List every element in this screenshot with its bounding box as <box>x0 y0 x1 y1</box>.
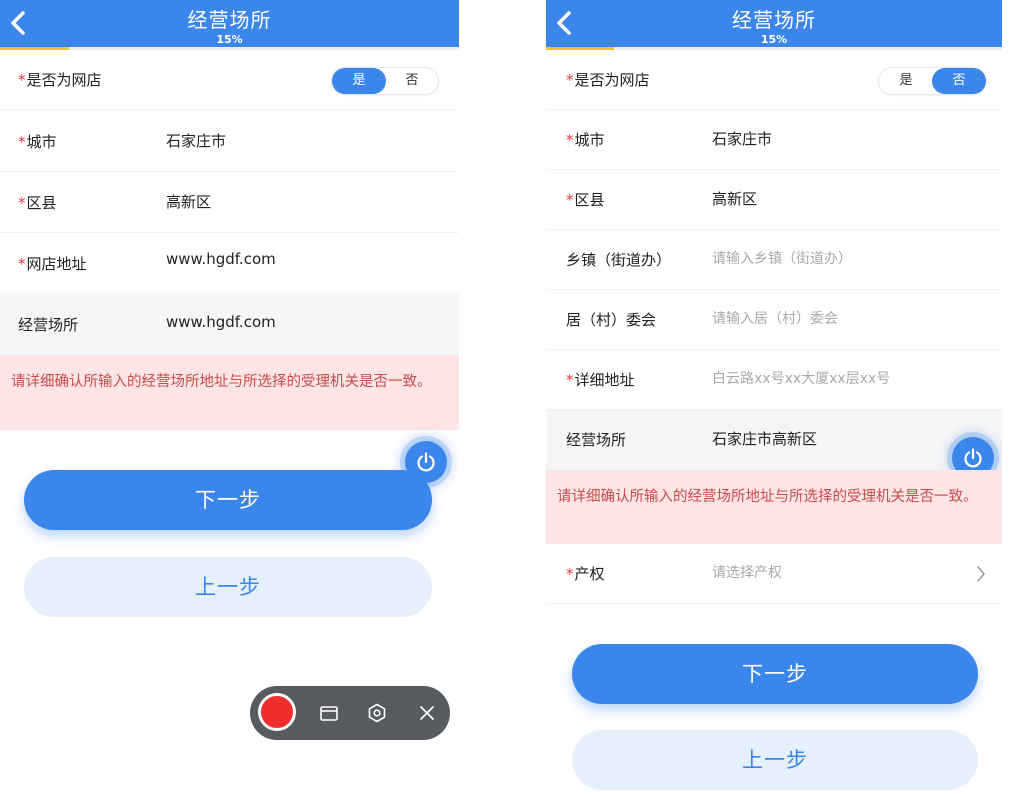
progress-percent: 15% <box>760 33 788 46</box>
township-row[interactable]: 乡镇（街道办） 请输入乡镇（街道办） <box>546 230 1002 290</box>
toggle-option-yes[interactable]: 是 <box>332 68 386 94</box>
village-committee-input[interactable]: 请输入居（村）委会 <box>712 290 838 348</box>
online-store-label: 是否为网店 <box>574 71 650 89</box>
village-committee-label: 居（村）委会 <box>566 311 657 329</box>
required-mark: * <box>566 191 574 209</box>
business-place-value: 石家庄市高新区 <box>712 430 818 448</box>
required-mark: * <box>566 565 574 583</box>
online-store-label: 是否为网店 <box>26 71 102 89</box>
power-icon <box>417 452 435 472</box>
district-row[interactable]: *区县 高新区 <box>546 170 1002 230</box>
city-row[interactable]: *城市 石家庄市 <box>546 110 1002 170</box>
city-label: 城市 <box>574 131 605 149</box>
district-label: 区县 <box>574 191 605 209</box>
required-mark: * <box>566 371 574 389</box>
page-title: 经营场所 <box>187 8 272 32</box>
close-icon <box>420 706 434 720</box>
district-value: 高新区 <box>166 193 212 211</box>
header: 经营场所 15% <box>546 0 1002 47</box>
folder-button[interactable] <box>318 702 340 724</box>
progress-percent: 15% <box>216 33 243 46</box>
next-step-button[interactable]: 下一步 <box>24 470 432 530</box>
record-button[interactable] <box>258 693 296 731</box>
property-label: 产权 <box>574 565 605 583</box>
required-mark: * <box>18 71 26 89</box>
required-mark: * <box>18 194 26 212</box>
business-place-value: www.hgdf.com <box>166 313 276 331</box>
required-mark: * <box>18 255 26 273</box>
right-screen: 经营场所 15% *是否为网店 是 否 *城市 石家庄市 *区县 高新区 乡镇（… <box>546 0 1002 794</box>
online-store-toggle[interactable]: 是 否 <box>331 67 439 95</box>
recorder-close-button[interactable] <box>416 702 438 724</box>
chevron-right-icon <box>977 566 985 582</box>
business-place-label: 经营场所 <box>18 316 79 334</box>
required-mark: * <box>566 71 574 89</box>
prev-step-button[interactable]: 上一步 <box>572 730 978 790</box>
district-value: 高新区 <box>712 190 758 208</box>
township-input[interactable]: 请输入乡镇（街道办） <box>712 230 852 288</box>
city-label: 城市 <box>26 133 57 151</box>
detail-address-input[interactable]: 白云路xx号xx大厦xx层xx号 <box>712 350 890 408</box>
left-screen: 经营场所 15% *是否为网店 是 否 *城市 石家庄市 *区县 高新区 *网店… <box>0 0 459 794</box>
power-icon <box>964 448 982 468</box>
district-label: 区县 <box>26 194 57 212</box>
detail-address-label: 详细地址 <box>574 371 635 389</box>
required-mark: * <box>566 131 574 149</box>
toggle-option-yes[interactable]: 是 <box>879 68 933 94</box>
toggle-option-no[interactable]: 否 <box>385 68 439 94</box>
page-title: 经营场所 <box>732 8 816 32</box>
folder-icon <box>320 706 338 721</box>
store-url-value: www.hgdf.com <box>166 250 276 268</box>
city-value: 石家庄市 <box>712 130 773 148</box>
online-store-toggle[interactable]: 是 否 <box>878 67 986 95</box>
detail-address-row[interactable]: *详细地址 白云路xx号xx大厦xx层xx号 <box>546 350 1002 410</box>
village-committee-row[interactable]: 居（村）委会 请输入居（村）委会 <box>546 290 1002 350</box>
next-step-button[interactable]: 下一步 <box>572 644 978 704</box>
city-value: 石家庄市 <box>166 132 227 150</box>
screen-recorder-bar <box>250 686 450 740</box>
prev-step-button[interactable]: 上一步 <box>24 557 432 617</box>
header: 经营场所 15% <box>0 0 459 47</box>
business-place-label: 经营场所 <box>566 431 627 449</box>
township-label: 乡镇（街道办） <box>566 251 672 269</box>
online-store-row: *是否为网店 是 否 <box>0 50 459 110</box>
business-place-row: 经营场所 石家庄市高新区 <box>546 410 1002 470</box>
required-mark: * <box>18 133 26 151</box>
online-store-row: *是否为网店 是 否 <box>546 50 1002 110</box>
district-row[interactable]: *区县 高新区 <box>0 173 459 233</box>
toggle-option-no[interactable]: 否 <box>932 68 986 94</box>
warning-message: 请详细确认所输入的经营场所地址与所选择的受理机关是否一致。 <box>546 470 1002 544</box>
store-url-row[interactable]: *网店地址 www.hgdf.com <box>0 234 459 294</box>
store-url-label: 网店地址 <box>26 255 87 273</box>
warning-message: 请详细确认所输入的经营场所地址与所选择的受理机关是否一致。 <box>0 355 459 430</box>
city-row[interactable]: *城市 石家庄市 <box>0 112 459 172</box>
property-select[interactable]: 请选择产权 <box>712 544 782 602</box>
recorder-settings-button[interactable] <box>366 702 388 724</box>
hexagon-settings-icon <box>368 703 386 723</box>
business-place-row: 经营场所 www.hgdf.com <box>0 295 459 355</box>
property-row[interactable]: *产权 请选择产权 <box>546 544 1002 604</box>
